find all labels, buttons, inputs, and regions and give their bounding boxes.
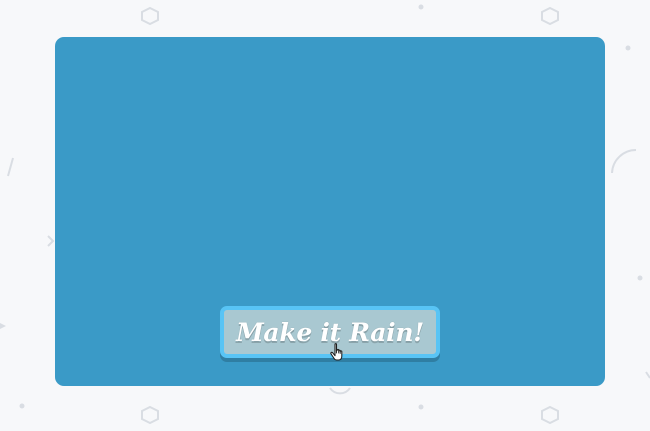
triangle-decoration [0,323,6,329]
dot-decoration [637,275,643,281]
arc-decoration [611,148,637,174]
hexagon-icon [541,405,559,425]
spark-decoration [47,235,55,247]
dot-decoration [625,45,631,51]
cta-wrap: Make it Rain! [220,306,440,361]
slash-decoration [7,157,14,177]
dot-decoration [19,403,25,409]
hexagon-icon [141,405,159,425]
hexagon-icon [541,6,559,26]
dot-decoration [418,404,424,410]
arc-decoration [329,387,351,395]
dot-decoration [418,4,424,10]
make-it-rain-label: Make it Rain! [236,317,424,347]
make-it-rain-button[interactable]: Make it Rain! [220,306,440,358]
spark-decoration [645,371,650,379]
hexagon-icon [141,6,159,26]
